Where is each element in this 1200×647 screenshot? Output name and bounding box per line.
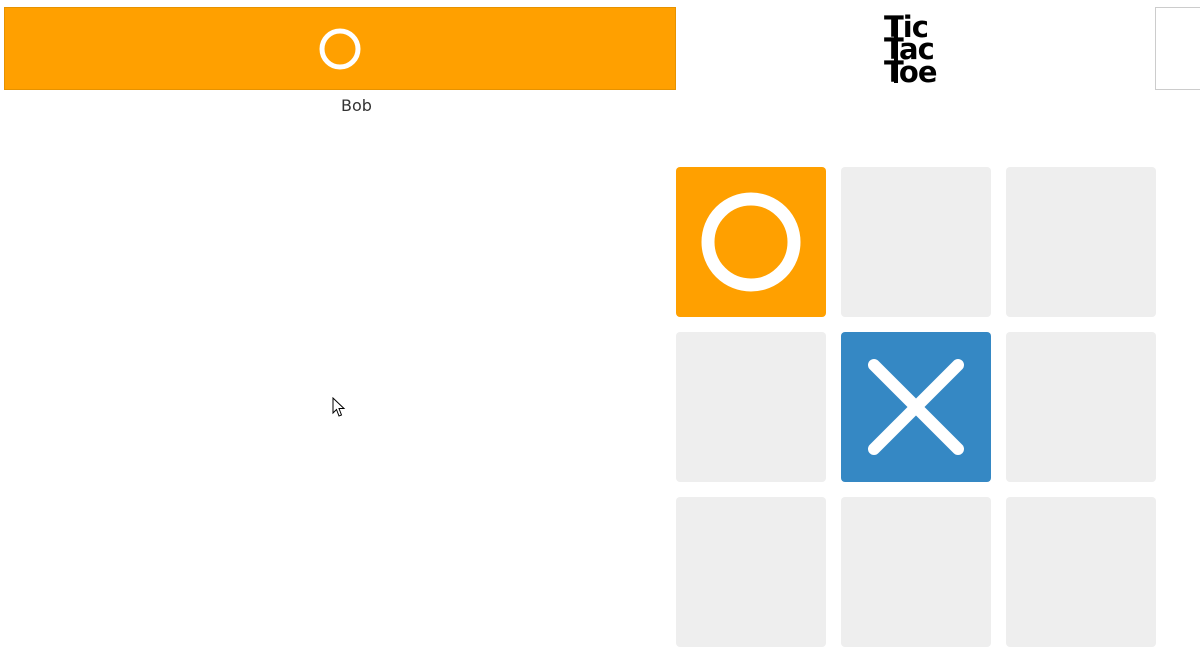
game-title-logo: Tic Tac Toe [870,13,960,89]
o-mark-icon [701,192,801,292]
title-line-3: Toe [884,55,938,89]
x-mark-icon [868,359,964,455]
board-cell-3-3[interactable] [1006,497,1156,647]
board-cell-1-1[interactable] [676,167,826,317]
player-bar [4,7,676,90]
board-cell-3-2[interactable] [841,497,991,647]
mouse-cursor-icon [332,397,346,417]
board-cell-3-1[interactable] [676,497,826,647]
player-name: Bob [341,96,372,115]
board-cell-1-2[interactable] [841,167,991,317]
opponent-bar [1155,7,1200,90]
board-cell-2-1[interactable] [676,332,826,482]
board-cell-1-3[interactable] [1006,167,1156,317]
board-cell-2-3[interactable] [1006,332,1156,482]
board-cell-2-2[interactable] [841,332,991,482]
o-mark-icon [319,28,361,70]
